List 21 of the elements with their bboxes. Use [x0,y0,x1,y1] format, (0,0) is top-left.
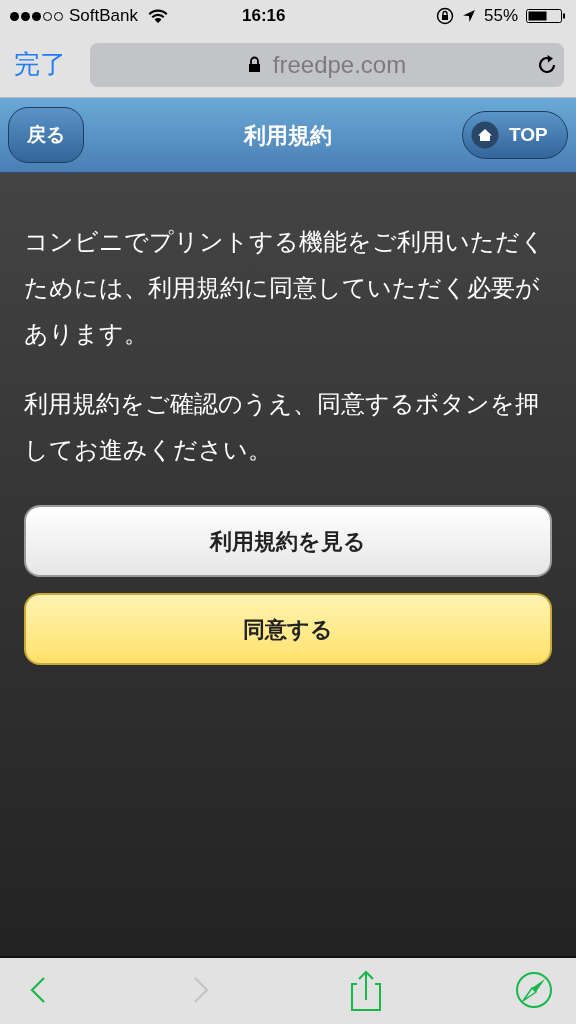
home-icon [471,121,499,149]
rotation-lock-icon [435,7,454,25]
instruction-text: 利用規約をご確認のうえ、同意するボタンを押してお進みください。 [24,389,540,465]
address-field[interactable]: freedpe.com [90,42,564,87]
location-arrow-icon [461,9,476,23]
clock-time: 16:16 [242,5,286,28]
lock-icon [247,56,261,73]
done-button[interactable]: 完了 [14,45,66,84]
wifi-icon [148,8,168,24]
instruction-text: コンビニでプリントする機能をご利用いただくためには、利用規約に同意していただく必要があります。 [24,227,546,349]
top-button[interactable]: TOP [462,111,568,159]
view-terms-button[interactable]: 利用規約を見る [24,505,552,577]
battery-icon [526,8,566,24]
page-title: 利用規約 [244,121,332,150]
share-icon[interactable] [350,970,381,1012]
battery-percent: 55% [483,5,518,28]
back-button[interactable]: 戻る [8,107,84,163]
url-text: freedpe.com [272,49,407,80]
reload-icon[interactable] [536,53,558,76]
agree-button[interactable]: 同意する [24,593,552,665]
carrier-name: SoftBank [69,5,138,28]
